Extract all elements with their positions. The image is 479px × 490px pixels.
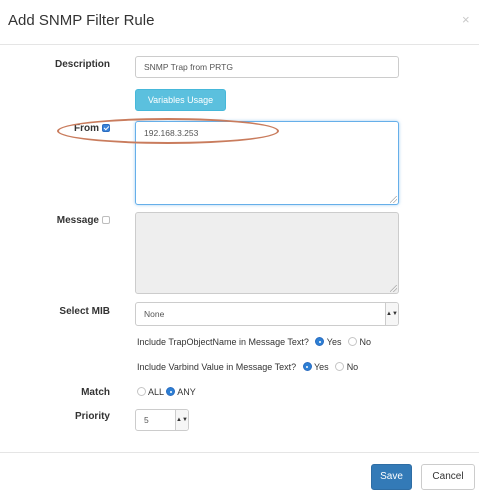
priority-label: Priority: [74, 411, 110, 422]
match-all-label: ALL: [148, 387, 164, 397]
message-label: Message: [56, 215, 99, 226]
message-label-group: Message: [40, 215, 110, 226]
match-label: Match: [81, 387, 110, 398]
from-value: 192.168.3.253: [144, 128, 199, 138]
description-label: Description: [54, 59, 110, 70]
from-textarea[interactable]: 192.168.3.253: [135, 121, 399, 205]
from-label: From: [74, 123, 99, 134]
header-divider: [0, 44, 479, 45]
chevron-updown-icon: ▲▼: [175, 410, 188, 430]
resize-grip-icon: [390, 285, 397, 292]
trap-object-name-row: Include TrapObjectName in Message Text? …: [137, 337, 371, 347]
close-icon[interactable]: ×: [462, 12, 470, 27]
priority-value: 5: [144, 415, 149, 425]
message-checkbox[interactable]: [102, 216, 110, 224]
varbind-value-yes-radio[interactable]: [302, 362, 312, 371]
footer-divider: [0, 452, 479, 453]
from-checkbox[interactable]: [102, 124, 110, 132]
trap-object-name-yes-radio[interactable]: [315, 337, 325, 346]
varbind-value-no-label: No: [346, 362, 359, 372]
select-mib-dropdown[interactable]: None ▲▼: [135, 302, 399, 326]
variables-usage-button[interactable]: Variables Usage: [135, 89, 226, 111]
match-options: ALL ANY: [137, 387, 196, 397]
varbind-value-question: Include Varbind Value in Message Text?: [137, 362, 297, 372]
trap-object-name-no-radio[interactable]: [348, 337, 357, 346]
priority-select[interactable]: 5 ▲▼: [135, 409, 189, 431]
match-all-radio[interactable]: [137, 387, 146, 396]
select-mib-label: Select MIB: [59, 306, 110, 317]
resize-grip-icon[interactable]: [390, 196, 397, 203]
description-input[interactable]: SNMP Trap from PRTG: [135, 56, 399, 78]
cancel-button[interactable]: Cancel: [421, 464, 475, 490]
message-textarea: [135, 212, 399, 294]
varbind-value-row: Include Varbind Value in Message Text? Y…: [137, 362, 358, 372]
varbind-value-yes-label: Yes: [313, 362, 329, 372]
select-mib-value: None: [144, 309, 165, 319]
dialog-title: Add SNMP Filter Rule: [8, 12, 155, 29]
trap-object-name-yes-label: Yes: [326, 337, 342, 347]
from-label-group: From: [40, 123, 110, 134]
match-any-radio[interactable]: [166, 387, 176, 396]
varbind-value-no-radio[interactable]: [335, 362, 345, 371]
trap-object-name-question: Include TrapObjectName in Message Text?: [137, 337, 309, 347]
chevron-updown-icon: ▲▼: [385, 303, 398, 325]
save-button[interactable]: Save: [371, 464, 412, 490]
match-any-label: ANY: [177, 387, 196, 397]
trap-object-name-no-label: No: [359, 337, 372, 347]
